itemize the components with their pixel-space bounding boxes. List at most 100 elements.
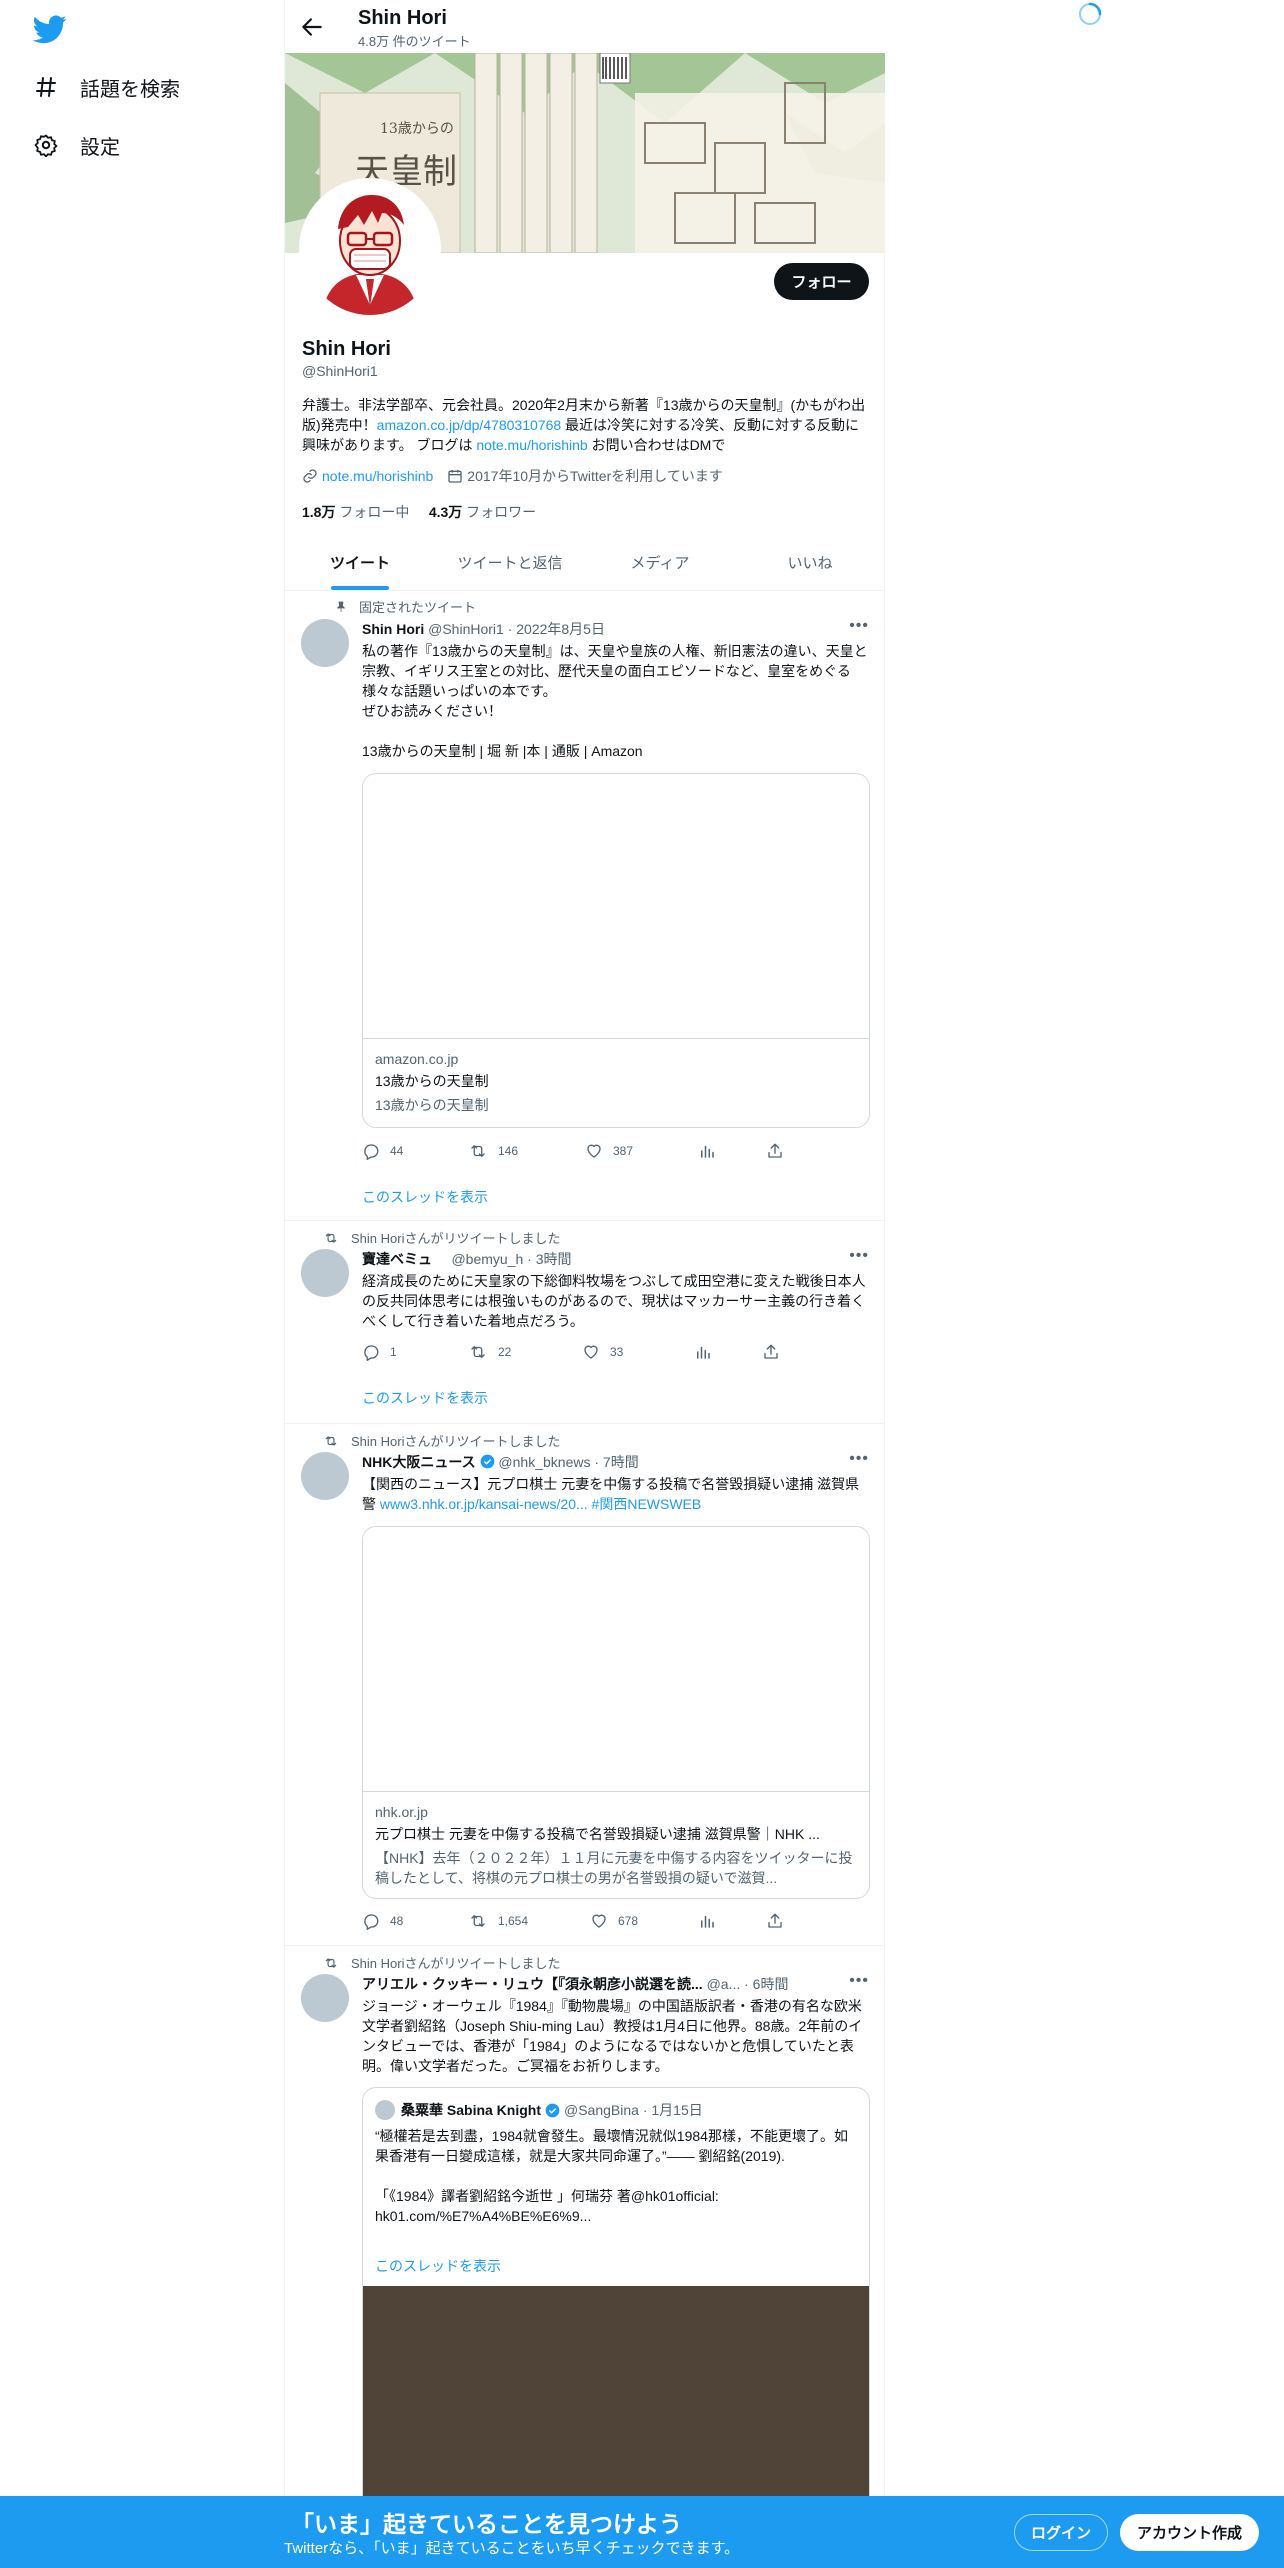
- reply-button[interactable]: 1: [362, 1343, 397, 1361]
- reply-button[interactable]: 48: [362, 1912, 403, 1930]
- retweet-button[interactable]: 22: [468, 1343, 511, 1361]
- link-icon: [303, 469, 317, 483]
- quoted-show-thread-link[interactable]: このスレッドを表示: [375, 2256, 501, 2276]
- tab-tweets[interactable]: ツイート: [285, 534, 435, 590]
- like-button[interactable]: 678: [590, 1912, 638, 1930]
- profile-bio: 弁護士。非法学部卒、元会社員。2020年2月末から新著『13歳からの天皇制』(か…: [302, 395, 872, 455]
- tweet-author-name[interactable]: アリエル・クッキー・リュウ【『須永朝彦小説選を読...: [362, 1976, 703, 1992]
- quoted-tweet[interactable]: 桑粟華 Sabina Knight @SangBina · 1月15日 “極權若…: [362, 2087, 870, 2527]
- follow-button[interactable]: フォロー: [774, 263, 869, 300]
- tweet-author-name[interactable]: NHK大阪ニュース: [362, 1454, 476, 1470]
- tweet-time[interactable]: · 2022年8月5日: [508, 621, 605, 637]
- twitter-logo-icon[interactable]: [30, 12, 70, 46]
- profile-website-link[interactable]: note.mu/horishinb: [322, 468, 433, 484]
- nav-settings[interactable]: 設定: [32, 125, 120, 165]
- bio-note-link[interactable]: note.mu/horishinb: [476, 437, 587, 453]
- tweet-avatar[interactable]: [301, 619, 349, 667]
- share-icon: [764, 1344, 778, 1359]
- tweet-author-handle[interactable]: @nhk_bknews: [498, 1454, 590, 1470]
- tweet-avatar[interactable]: [301, 1249, 349, 1297]
- quoted-tweet-text: “極權若是去到盡，1984就會發生。最壞情況就似1984那樣，不能更壞了。如果香…: [375, 2128, 848, 2224]
- link-card[interactable]: amazon.co.jp 13歳からの天皇制 13歳からの天皇制: [362, 773, 870, 1128]
- tweet[interactable]: Shin Horiさんがリツイートしました アリエル・クッキー・リュウ【『須永朝…: [285, 1946, 885, 2568]
- share-button[interactable]: [766, 1912, 794, 1930]
- link-card[interactable]: nhk.or.jp 元プロ棋士 元妻を中傷する投稿で名誉毀損疑い逮捕 滋賀県警｜…: [362, 1526, 870, 1899]
- share-icon: [768, 1143, 782, 1158]
- reply-count: 44: [390, 1144, 404, 1158]
- show-thread-link[interactable]: このスレッドを表示: [362, 1187, 488, 1207]
- more-icon[interactable]: •••: [849, 617, 869, 635]
- loading-spinner-icon: [1079, 2, 1102, 25]
- bio-amazon-link[interactable]: amazon.co.jp/dp/4780310768: [377, 417, 561, 433]
- login-button[interactable]: ログイン: [1014, 2514, 1108, 2551]
- retweet-button[interactable]: 146: [468, 1142, 518, 1160]
- tweet-url-link[interactable]: www3.nhk.or.jp/kansai-news/20...: [380, 1496, 588, 1512]
- tab-media[interactable]: メディア: [585, 534, 735, 590]
- like-count: 387: [613, 1144, 634, 1158]
- followers-link[interactable]: 4.3万 フォロワー: [429, 504, 536, 520]
- quoted-image[interactable]: [363, 2286, 869, 2496]
- nav-explore[interactable]: 話題を検索: [32, 67, 180, 107]
- tweet-actions: 44 146 387: [362, 1142, 802, 1162]
- analytics-button[interactable]: [698, 1142, 726, 1160]
- analytics-icon: [701, 1915, 714, 1928]
- like-button[interactable]: 387: [585, 1142, 633, 1160]
- retweet-count: 22: [498, 1345, 512, 1359]
- analytics-button[interactable]: [694, 1343, 722, 1361]
- quoted-author-name: 桑粟華 Sabina Knight: [401, 2102, 541, 2118]
- tweet-avatar[interactable]: [301, 1452, 349, 1500]
- tweet-avatar[interactable]: [301, 1974, 349, 2022]
- retweet-label: Shin Horiさんがリツイートしました: [323, 1431, 560, 1450]
- more-icon[interactable]: •••: [849, 1247, 869, 1265]
- retweet-icon: [471, 1145, 485, 1157]
- tab-likes[interactable]: いいね: [735, 534, 885, 590]
- card-image: [363, 774, 869, 1039]
- more-icon[interactable]: •••: [849, 1450, 869, 1468]
- like-button[interactable]: 33: [582, 1343, 623, 1361]
- reply-icon: [364, 1345, 379, 1361]
- quoted-author-handle: @SangBina: [564, 2102, 639, 2118]
- signup-button[interactable]: アカウント作成: [1120, 2514, 1259, 2551]
- retweet-button[interactable]: 1,654: [468, 1912, 528, 1930]
- card-domain: nhk.or.jp: [375, 1804, 428, 1820]
- tab-tweets-and-replies[interactable]: ツイートと返信: [435, 534, 585, 590]
- profile-column: Shin Hori 4.8万 件のツイート 天皇制 13歳からの フォロー Sh…: [284, 0, 885, 2568]
- tweet-time[interactable]: · 7時間: [594, 1454, 638, 1470]
- show-thread-link[interactable]: このスレッドを表示: [362, 1388, 488, 1408]
- bio-text-3: お問い合わせはDMで: [587, 437, 726, 453]
- following-link[interactable]: 1.8万 フォロー中: [302, 504, 409, 520]
- tweet-time[interactable]: · 3時間: [527, 1251, 571, 1267]
- tweet-time[interactable]: · 6時間: [744, 1976, 788, 1992]
- more-icon[interactable]: •••: [849, 1972, 869, 1990]
- tweet-author-name[interactable]: 寶達ベミュ: [362, 1251, 432, 1267]
- hashtag-link[interactable]: #関西NEWSWEB: [588, 1496, 702, 1512]
- tweet[interactable]: 固定されたツイート Shin Hori @ShinHori1 · 2022年8月…: [285, 591, 885, 1221]
- profile-name: Shin Hori: [302, 338, 391, 360]
- tweet-author-handle[interactable]: @bemyu_h: [451, 1251, 523, 1267]
- profile-tabs: ツイート ツイートと返信 メディア いいね: [285, 534, 885, 591]
- profile-header-bar: Shin Hori 4.8万 件のツイート: [285, 0, 885, 53]
- analytics-button[interactable]: [698, 1912, 726, 1930]
- share-button[interactable]: [762, 1343, 790, 1361]
- retweet-label-text: Shin Horiさんがリツイートしました: [351, 1231, 561, 1246]
- profile-handle: @ShinHori1: [302, 363, 378, 379]
- banner-title: 「いま」起きていることを見つけよう: [291, 2511, 682, 2537]
- profile-joined: 2017年10月からTwitterを利用しています: [467, 468, 723, 484]
- tweet-author-handle[interactable]: @a...: [707, 1976, 741, 1992]
- profile-avatar[interactable]: [299, 178, 441, 320]
- tweet[interactable]: Shin Horiさんがリツイートしました NHK大阪ニュース @nhk_bkn…: [285, 1424, 885, 1946]
- following-count: 1.8万: [302, 504, 336, 520]
- tweet-author-handle[interactable]: @ShinHori1: [428, 621, 504, 637]
- retweet-count: 146: [498, 1144, 519, 1158]
- tweet-author-name[interactable]: Shin Hori: [362, 621, 424, 637]
- reply-button[interactable]: 44: [362, 1142, 403, 1160]
- share-button[interactable]: [766, 1142, 794, 1160]
- heart-icon: [587, 1144, 601, 1158]
- gear-icon: [32, 131, 60, 159]
- back-arrow-icon[interactable]: [299, 14, 325, 40]
- tweet[interactable]: Shin Horiさんがリツイートしました 寶達ベミュ @bemyu_h · 3…: [285, 1221, 885, 1424]
- tweet-text: 経済成長のために天皇家の下総御料牧場をつぶして成田空港に変えた戦後日本人の反共同…: [362, 1273, 866, 1329]
- retweet-label-text: Shin Horiさんがリツイートしました: [351, 1434, 561, 1449]
- pin-icon: [336, 601, 346, 612]
- pinned-label: 固定されたツイート: [335, 597, 476, 616]
